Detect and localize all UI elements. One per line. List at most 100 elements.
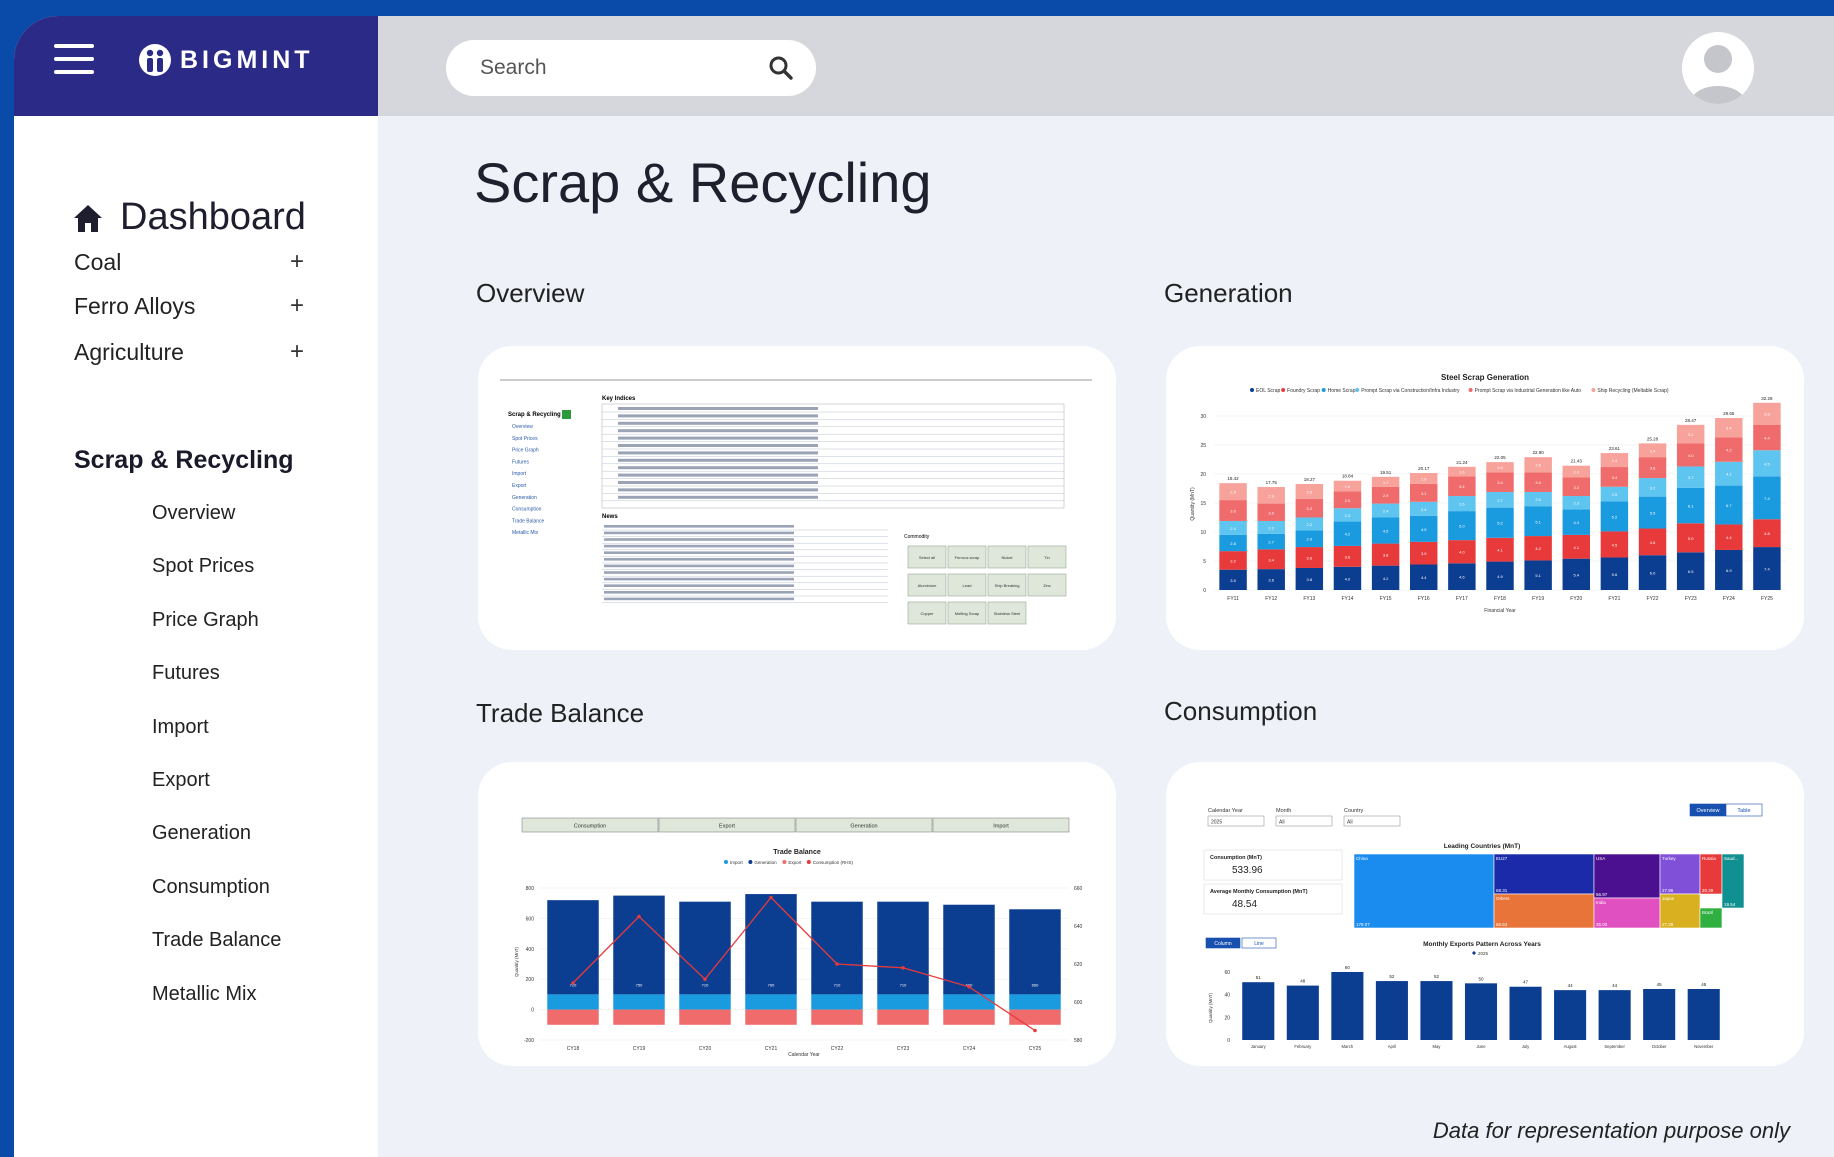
segment-label: 2.4 bbox=[1383, 509, 1389, 514]
sidebar-item-export[interactable]: Export bbox=[152, 769, 210, 792]
sidebar-group-agriculture[interactable]: Agriculture + bbox=[74, 338, 304, 366]
x-tick-label: FY14 bbox=[1341, 596, 1353, 602]
y-tick-label: 200 bbox=[526, 977, 535, 983]
index-row-text bbox=[618, 414, 818, 418]
sidebar-item-price-graph[interactable]: Price Graph bbox=[152, 609, 259, 632]
y-tick-label: 30 bbox=[1200, 414, 1206, 420]
segment-label: 4.5 bbox=[1421, 527, 1427, 532]
expand-plus-icon[interactable]: + bbox=[290, 338, 304, 366]
search-box[interactable] bbox=[446, 40, 816, 96]
export-bar bbox=[1331, 972, 1364, 1040]
dashboard-link[interactable]: Dashboard bbox=[72, 196, 306, 239]
segment-label: 5.5 bbox=[1650, 511, 1656, 516]
bar-value-label: 52 bbox=[1389, 974, 1395, 979]
y-tick-label: 20 bbox=[1224, 1015, 1230, 1021]
export-bar bbox=[547, 1009, 599, 1025]
segment-label: 2.9 bbox=[1268, 493, 1274, 498]
sidebar-item-generation[interactable]: Generation bbox=[152, 822, 251, 845]
legend-entry: Foundry Scrap bbox=[1287, 388, 1320, 394]
x-tick-label: FY12 bbox=[1265, 596, 1277, 602]
x-tick-label: September bbox=[1604, 1044, 1625, 1049]
x-tick-label: October bbox=[1652, 1044, 1668, 1049]
index-row-text bbox=[618, 458, 818, 462]
y-tick-label: 25 bbox=[1200, 443, 1206, 449]
total-label: 18.27 bbox=[1304, 477, 1316, 482]
expand-plus-icon[interactable]: + bbox=[290, 248, 304, 276]
treemap-title: Leading Countries (MnT) bbox=[1444, 843, 1521, 850]
y2-tick-label: 640 bbox=[1074, 924, 1083, 930]
news-row-text bbox=[604, 597, 794, 601]
x-tick-label: January bbox=[1251, 1044, 1267, 1049]
x-tick-label: CY21 bbox=[765, 1046, 778, 1052]
search-input[interactable] bbox=[480, 56, 768, 80]
index-row-text bbox=[618, 466, 818, 470]
consumption-card[interactable]: Calendar Year 2025 Month All Country All Overv… bbox=[1166, 762, 1804, 1066]
sidebar-item-overview[interactable]: Overview bbox=[152, 502, 235, 525]
total-label: 23.61 bbox=[1609, 446, 1621, 451]
segment-label: 6.7 bbox=[1726, 503, 1732, 508]
search-icon[interactable] bbox=[768, 55, 794, 81]
x-tick-label: FY24 bbox=[1723, 596, 1735, 602]
sidebar-item-trade-balance[interactable]: Trade Balance bbox=[152, 929, 281, 952]
export-bar bbox=[1554, 990, 1587, 1040]
segment-label: 5.2 bbox=[1612, 514, 1618, 519]
legend-swatch bbox=[1281, 388, 1286, 392]
export-bar bbox=[943, 1009, 995, 1025]
x-tick-label: FY18 bbox=[1494, 596, 1506, 602]
consumption-point bbox=[901, 966, 905, 970]
segment-label: 5.6 bbox=[1612, 572, 1618, 577]
export-bar bbox=[613, 1009, 665, 1025]
overview-nav-item: Metallic Mix bbox=[512, 530, 539, 536]
sidebar-group-coal[interactable]: Coal + bbox=[74, 248, 304, 276]
expand-plus-icon[interactable]: + bbox=[290, 292, 304, 320]
segment-label: 1.8 bbox=[1497, 465, 1503, 470]
hamburger-menu-icon[interactable] bbox=[54, 44, 94, 76]
sidebar-group-ferro-alloys[interactable]: Ferro Alloys + bbox=[74, 292, 304, 320]
segment-label: 4.5 bbox=[1764, 461, 1770, 466]
segment-label: 2.7 bbox=[1497, 498, 1503, 503]
commodity-button-label: Melting Scrap bbox=[955, 611, 980, 616]
generation-chart: Steel Scrap Generation EOL Scrap Foundry S… bbox=[1190, 373, 1786, 614]
export-bar bbox=[1464, 983, 1498, 1040]
index-row-text bbox=[618, 444, 818, 447]
sidebar-section-scrap-recycling[interactable]: Scrap & Recycling bbox=[74, 446, 294, 475]
trade-balance-card[interactable]: Consumption Export Generation Import Trade B… bbox=[478, 762, 1116, 1066]
generation-bar bbox=[811, 901, 863, 995]
bigmint-logo[interactable]: BIGMINT bbox=[138, 42, 314, 78]
segment-label: 3.2 bbox=[1688, 432, 1694, 437]
treemap-cell-value: 68.31 bbox=[1496, 888, 1508, 893]
brand-name: BIGMINT bbox=[180, 45, 314, 74]
import-bar bbox=[547, 994, 599, 1010]
segment-label: 4.1 bbox=[1573, 545, 1579, 550]
sidebar-item-futures[interactable]: Futures bbox=[152, 662, 220, 685]
y-axis-label: Quantity (MnT) bbox=[514, 947, 519, 978]
commodity-button-label: Tin bbox=[1044, 555, 1049, 560]
legend-entry: Ship Recycling (Meltable Scrap) bbox=[1597, 388, 1668, 394]
x-tick-label: July bbox=[1522, 1044, 1530, 1049]
sidebar-item-spot-prices[interactable]: Spot Prices bbox=[152, 555, 254, 578]
sidebar-item-import[interactable]: Import bbox=[152, 716, 209, 739]
legend-swatch bbox=[1250, 388, 1254, 392]
overview-card[interactable]: Scrap & Recycling Key Indices News Commo… bbox=[478, 346, 1116, 650]
sidebar-item-consumption[interactable]: Consumption bbox=[152, 876, 270, 899]
export-bar bbox=[877, 1009, 929, 1025]
overview-nav-item: Generation bbox=[512, 495, 537, 501]
treemap-cell-label: Others bbox=[1496, 896, 1510, 901]
segment-label: 3.6 bbox=[1268, 578, 1274, 583]
news-row-text bbox=[604, 584, 794, 587]
user-avatar[interactable] bbox=[1682, 32, 1754, 104]
generation-bar-label: 750 bbox=[636, 982, 643, 987]
generation-card[interactable]: Steel Scrap Generation EOL Scrap Foundry S… bbox=[1166, 346, 1804, 650]
key-indices-label: Key Indices bbox=[602, 396, 636, 402]
x-tick-label: CY19 bbox=[633, 1046, 646, 1052]
sidebar-item-metallic-mix[interactable]: Metallic Mix bbox=[152, 983, 256, 1006]
news-row-text bbox=[604, 531, 794, 535]
overview-nav-item: Price Graph bbox=[512, 448, 539, 454]
segment-label: 6.0 bbox=[1650, 571, 1656, 576]
segment-label: 2.5 bbox=[1612, 492, 1618, 497]
segment-label: 3.7 bbox=[1688, 475, 1694, 480]
export-bar bbox=[811, 1009, 863, 1025]
x-tick-label: November bbox=[1694, 1044, 1714, 1049]
home-icon bbox=[74, 204, 102, 232]
consumption-point bbox=[703, 977, 707, 981]
